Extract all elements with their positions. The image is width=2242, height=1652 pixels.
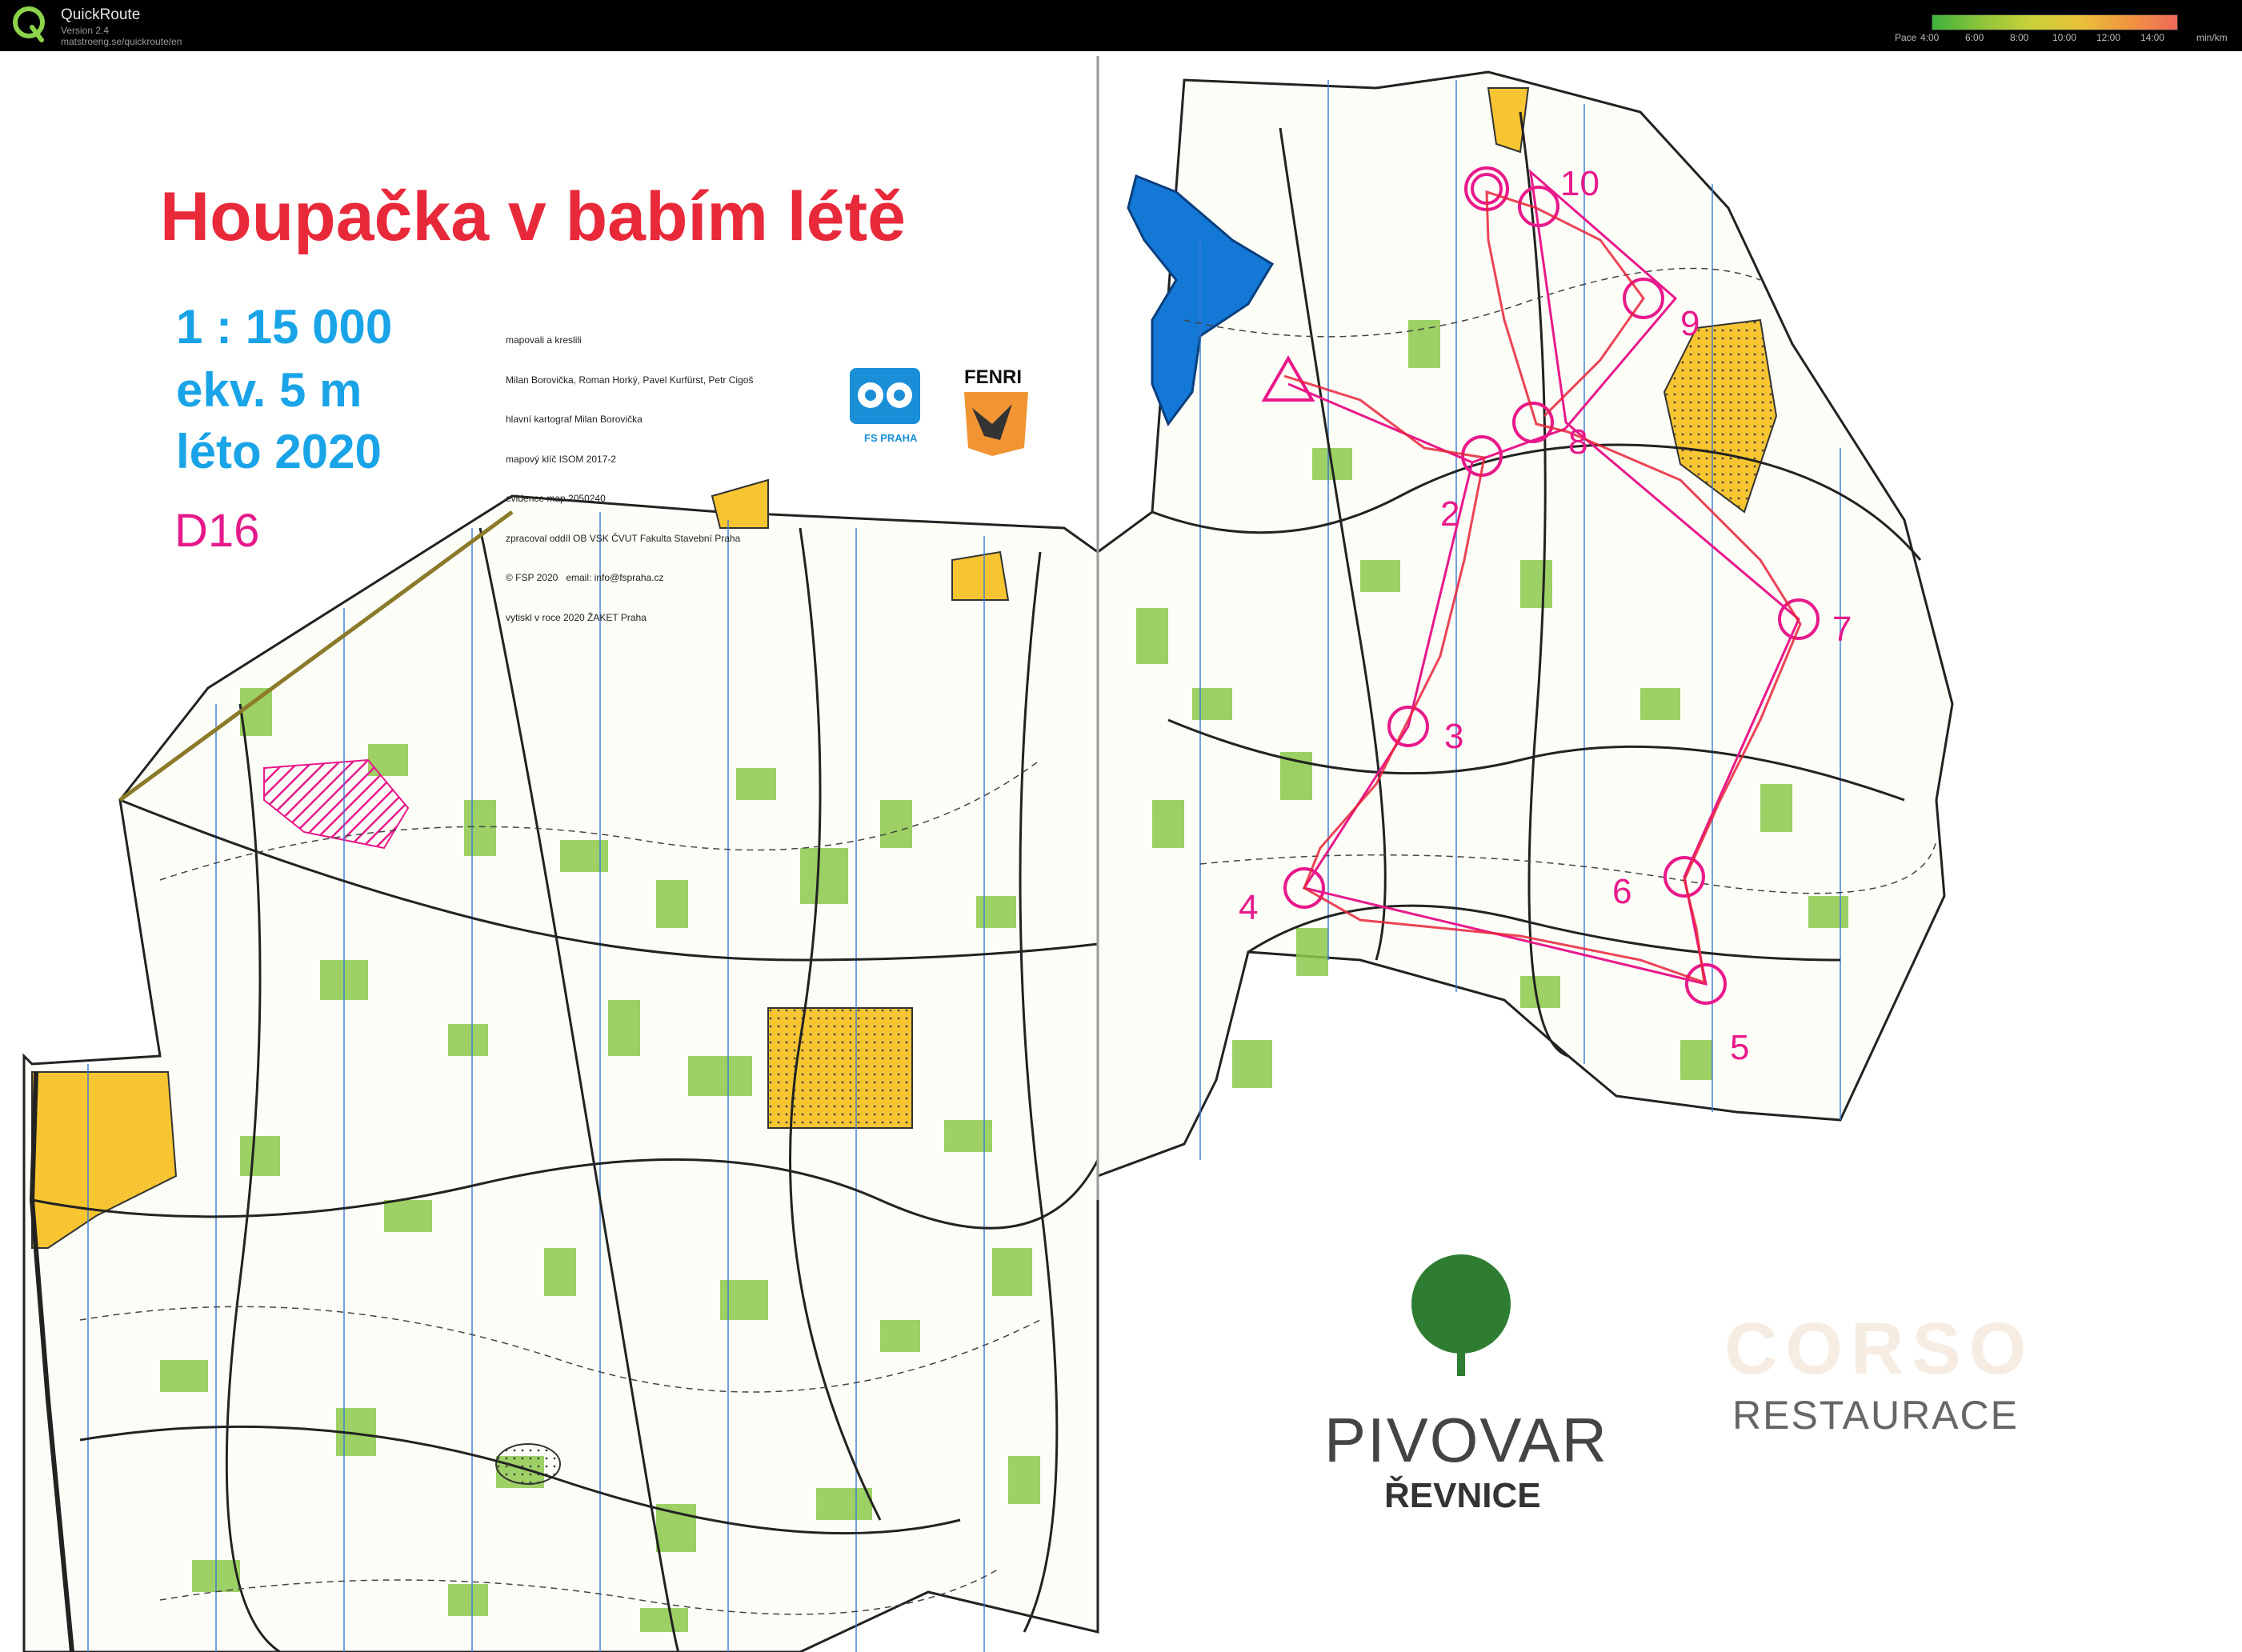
credits-line: zpracoval oddíl OB VSK ČVUT Fakulta Stav…: [506, 532, 741, 544]
pace-color-bar: [1932, 14, 2178, 30]
control-number-5: 5: [1730, 1028, 1750, 1067]
map-season: léto 2020: [176, 425, 382, 478]
pace-tick: 12:00: [2096, 32, 2121, 43]
credits-line: Milan Borovička, Roman Horký, Pavel Kurf…: [506, 374, 754, 386]
restaurant-brand: CORSO: [1724, 1308, 2035, 1390]
quickroute-logo-icon: [13, 6, 45, 42]
pace-ticks: 4:00 6:00 8:00 10:00 12:00 14:00: [1920, 32, 2192, 45]
credits-line: evidence map 2050240: [506, 493, 606, 504]
credits-line: mapovali a kreslili: [506, 334, 582, 346]
map-paper-left: [22, 494, 1099, 1652]
credits-line: mapový klíč ISOM 2017-2: [506, 453, 617, 465]
title-bar: QuickRoute Version 2.4 matstroeng.se/qui…: [0, 0, 2242, 51]
fs-praha-logo: [850, 368, 920, 424]
control-number-7: 7: [1832, 610, 1852, 649]
fs-praha-caption: FS PRAHA: [864, 432, 918, 444]
app-version: Version 2.4: [61, 25, 110, 36]
app-title: QuickRoute: [61, 6, 141, 23]
pace-unit: min/km: [2196, 32, 2228, 43]
map-credits: mapovali a kreslili Milan Borovička, Rom…: [506, 307, 753, 650]
control-number-8: 8: [1568, 422, 1588, 462]
pace-tick: 6:00: [1965, 32, 1984, 43]
pace-tick: 4:00: [1920, 32, 1940, 43]
credits-line: vytiskl v roce 2020 ŽAKET Praha: [506, 611, 647, 623]
brewery-town: ŘEVNICE: [1384, 1476, 1541, 1515]
fenri-logo: [964, 392, 1028, 456]
restaurant-name: RESTAURACE: [1732, 1393, 2020, 1438]
brewery-name: PIVOVAR: [1324, 1405, 1608, 1475]
control-number-2: 2: [1440, 494, 1460, 534]
control-number-4: 4: [1239, 888, 1259, 927]
credits-line: hlavní kartograf Milan Borovička: [506, 414, 643, 425]
map-view[interactable]: Houpačka v babím létě 1 : 15 000 ekv. 5 …: [0, 51, 2242, 1652]
control-number-9: 9: [1680, 304, 1700, 343]
control-number-6: 6: [1612, 872, 1632, 911]
map-scale: 1 : 15 000: [176, 300, 393, 354]
map-equidistance: ekv. 5 m: [176, 363, 362, 417]
pace-label: Pace: [1895, 32, 1917, 43]
fenri-logo-text: FENRI: [964, 366, 1022, 388]
pace-tick: 8:00: [2010, 32, 2029, 43]
pace-tick: 10:00: [2052, 32, 2077, 43]
course-name: D16: [174, 505, 260, 557]
app-url: matstroeng.se/quickroute/en: [61, 36, 182, 47]
pace-tick: 14:00: [2140, 32, 2165, 43]
credits-line: © FSP 2020 email: info@fspraha.cz: [506, 572, 664, 583]
control-number-3: 3: [1444, 717, 1464, 756]
map-title: Houpačka v babím létě: [160, 178, 906, 255]
brewery-tree-logo: [1411, 1254, 1511, 1376]
control-number-10: 10: [1560, 164, 1599, 203]
